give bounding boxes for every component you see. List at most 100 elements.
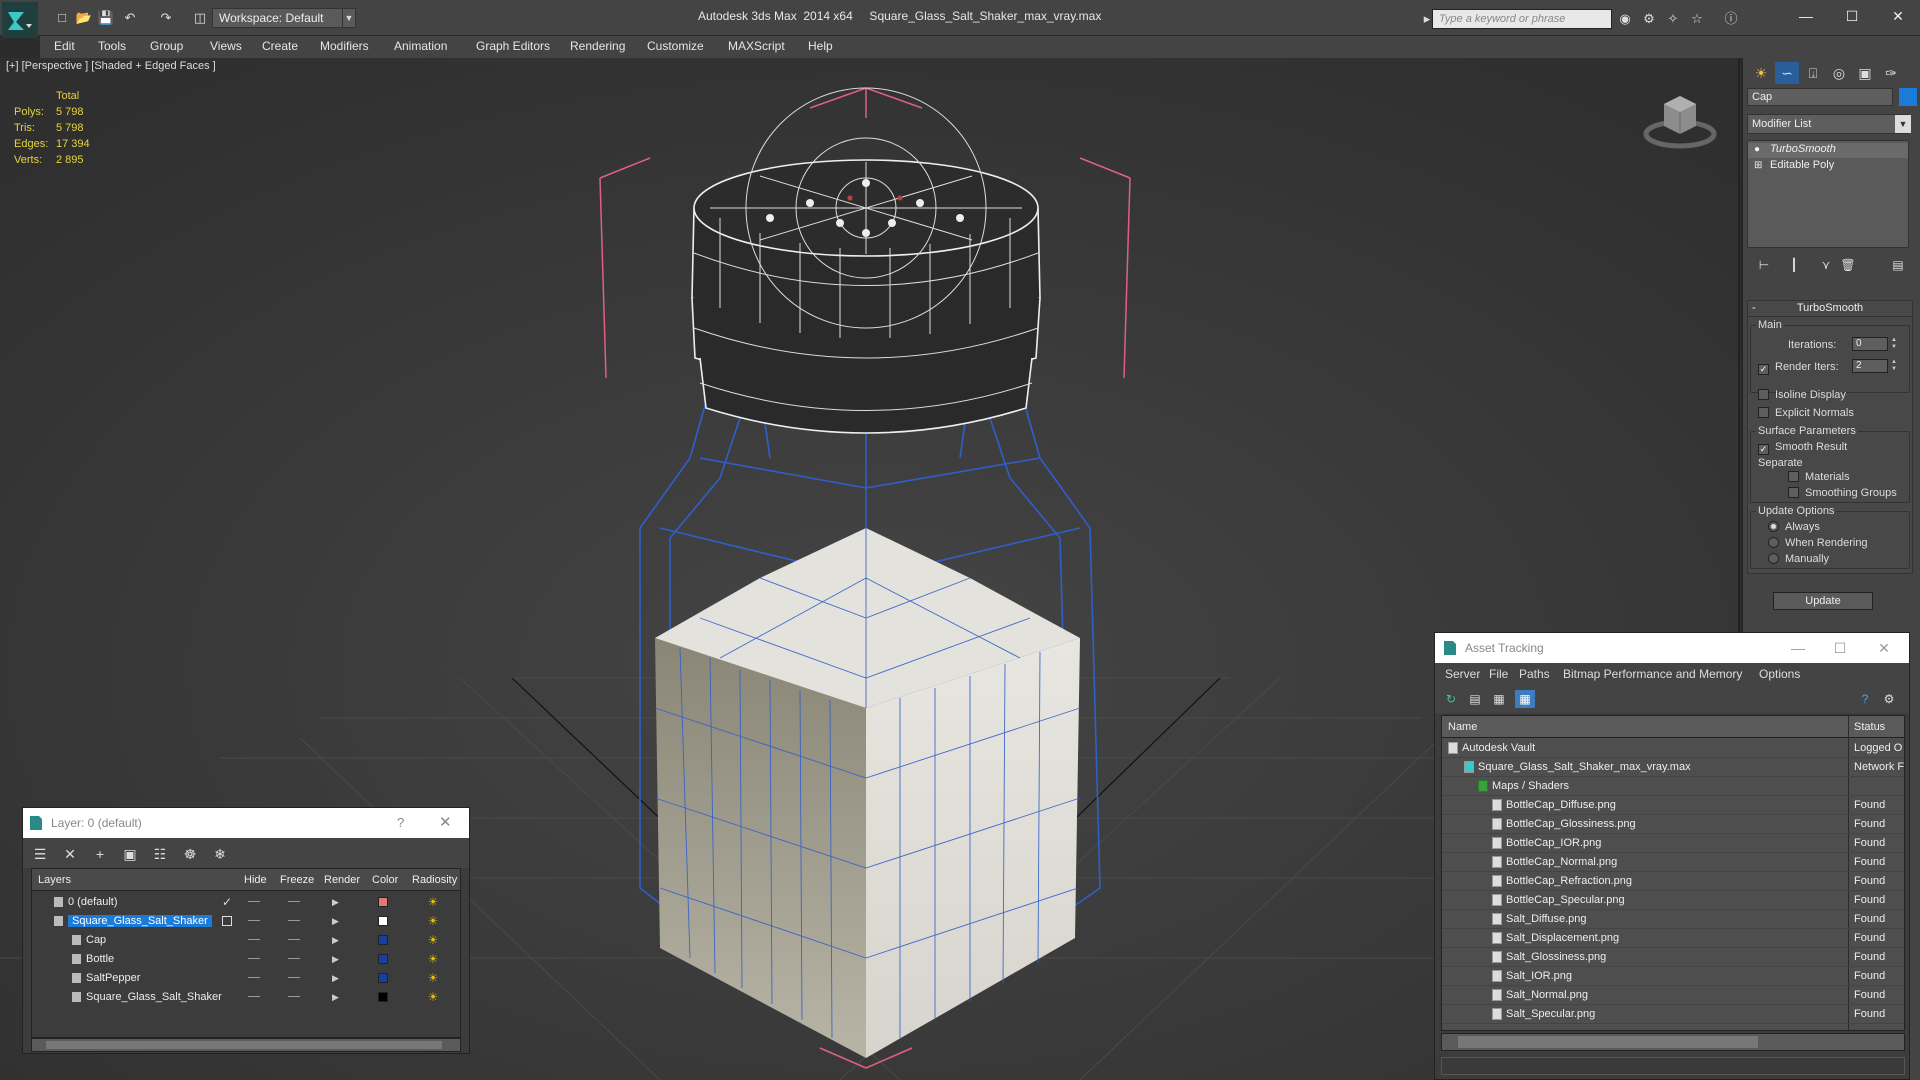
asset-row[interactable]: Maps / Shaders	[1442, 777, 1904, 796]
chevron-down-icon[interactable]: ▼	[342, 8, 356, 28]
menu-server[interactable]: Server	[1445, 667, 1480, 681]
hide-toggle[interactable]	[248, 901, 260, 902]
layer-row[interactable]: Bottle ▶ ☀	[32, 950, 460, 969]
menu-options[interactable]: Options	[1759, 667, 1800, 681]
layer-color-swatch[interactable]	[378, 992, 388, 1002]
refresh-icon[interactable]: ↻	[1441, 690, 1461, 708]
display-tab-icon[interactable]: ▣	[1853, 62, 1877, 84]
menu-graph-editors[interactable]: Graph Editors	[476, 39, 550, 53]
radiosity-sun-icon[interactable]: ☀	[426, 990, 440, 1004]
select-objects-icon[interactable]: ▣	[119, 844, 141, 864]
new-layer-icon[interactable]: ☰	[29, 844, 51, 864]
configure-sets-icon[interactable]: ▤	[1887, 254, 1909, 276]
close-icon[interactable]: ✕	[1869, 638, 1899, 658]
layer-row[interactable]: 0 (default) ✓ ▶ ☀	[32, 893, 460, 912]
pin-stack-icon[interactable]: ⊢	[1753, 254, 1775, 276]
undo-icon[interactable]: ↶	[120, 9, 140, 27]
chevron-down-icon[interactable]: ▼	[1895, 115, 1911, 133]
update-button[interactable]: Update	[1773, 592, 1873, 610]
column-layers[interactable]: Layers	[38, 874, 71, 886]
workspace-select[interactable]: Workspace: Default	[212, 8, 352, 28]
highlight-layer-icon[interactable]: ☷	[149, 844, 171, 864]
freeze-toggle[interactable]	[288, 996, 300, 997]
materials-checkbox[interactable]	[1788, 471, 1799, 482]
menu-paths[interactable]: Paths	[1519, 667, 1550, 681]
freeze-toggle[interactable]	[288, 920, 300, 921]
horizontal-scrollbar[interactable]	[1441, 1033, 1905, 1051]
hide-toggle[interactable]	[248, 977, 260, 978]
show-end-result-icon[interactable]: ┃	[1783, 254, 1805, 276]
remove-modifier-icon[interactable]: 🗑	[1837, 254, 1859, 276]
asset-row[interactable]: Autodesk Vault Logged O	[1442, 739, 1904, 758]
isoline-checkbox[interactable]	[1758, 389, 1769, 400]
render-iters-row[interactable]: ✓ Render Iters:	[1758, 361, 1839, 375]
menu-bitmap-performance[interactable]: Bitmap Performance and Memory	[1563, 667, 1742, 681]
expand-plus-icon[interactable]: ⊞	[1754, 160, 1764, 172]
explicit-normals-row[interactable]: Explicit Normals	[1758, 407, 1854, 419]
set-current-icon[interactable]	[222, 916, 232, 926]
hide-toggle[interactable]	[248, 939, 260, 940]
spinner-arrows-icon[interactable]: ▲ ▼	[1890, 337, 1898, 351]
menu-help[interactable]: Help	[808, 39, 833, 53]
help-alt-icon[interactable]: ⚙	[1879, 690, 1899, 708]
dialog-title-bar[interactable]: Layer: 0 (default) ? ✕	[23, 808, 469, 838]
minimize-icon[interactable]: —	[1786, 4, 1826, 28]
asset-row[interactable]: BottleCap_Normal.png Found	[1442, 853, 1904, 872]
menu-customize[interactable]: Customize	[647, 39, 704, 53]
app-logo-icon[interactable]	[2, 2, 38, 38]
asset-row[interactable]: Square_Glass_Salt_Shaker_max_vray.max Net…	[1442, 758, 1904, 777]
motion-tab-icon[interactable]: ◎	[1827, 62, 1851, 84]
menu-animation[interactable]: Animation	[394, 39, 447, 53]
search-input[interactable]: Type a keyword or phrase	[1432, 9, 1612, 29]
hide-toggle[interactable]	[248, 920, 260, 921]
render-teapot-icon[interactable]: ▶	[332, 897, 342, 907]
binoculars-icon[interactable]: ◉	[1616, 10, 1634, 28]
menu-file[interactable]: File	[1489, 667, 1508, 681]
layer-row[interactable]: SaltPepper ▶ ☀	[32, 969, 460, 988]
isoline-row[interactable]: Isoline Display	[1758, 389, 1846, 401]
materials-row[interactable]: Materials	[1788, 471, 1850, 483]
layer-row[interactable]: Square_Glass_Salt_Shaker ▶ ☀	[32, 912, 460, 931]
layer-row[interactable]: Cap ▶ ☀	[32, 931, 460, 950]
asset-row[interactable]: BottleCap_Specular.png Found	[1442, 891, 1904, 910]
column-render[interactable]: Render	[324, 874, 360, 886]
lightbulb-icon[interactable]: ●	[1754, 144, 1764, 156]
menu-tools[interactable]: Tools	[98, 39, 126, 53]
asset-row[interactable]: Salt_Displacement.png Found	[1442, 929, 1904, 948]
asset-row[interactable]: Salt_Specular.png Found	[1442, 1005, 1904, 1024]
hide-toggle[interactable]	[248, 958, 260, 959]
smooth-result-checkbox[interactable]: ✓	[1758, 444, 1769, 455]
explicit-normals-checkbox[interactable]	[1758, 407, 1769, 418]
spinner-arrows-icon[interactable]: ▲ ▼	[1890, 359, 1898, 373]
modify-tab-icon[interactable]: ∽	[1775, 62, 1799, 84]
freeze-toggle[interactable]	[288, 901, 300, 902]
utilities-tab-icon[interactable]: ✑	[1879, 62, 1903, 84]
viewcube-icon[interactable]	[1640, 84, 1720, 154]
freeze-all-icon[interactable]: ❄	[209, 844, 231, 864]
radiosity-sun-icon[interactable]: ☀	[426, 914, 440, 928]
asset-row[interactable]: BottleCap_Diffuse.png Found	[1442, 796, 1904, 815]
column-hide[interactable]: Hide	[244, 874, 267, 886]
help-icon[interactable]: ?	[1855, 690, 1875, 708]
layer-color-swatch[interactable]	[378, 897, 388, 907]
when-rendering-row[interactable]: When Rendering	[1768, 537, 1868, 549]
asset-row[interactable]: BottleCap_Refraction.png Found	[1442, 872, 1904, 891]
render-teapot-icon[interactable]: ▶	[332, 973, 342, 983]
layer-color-swatch[interactable]	[378, 973, 388, 983]
asset-row[interactable]: BottleCap_IOR.png Found	[1442, 834, 1904, 853]
scroll-thumb[interactable]	[46, 1041, 442, 1049]
layer-color-swatch[interactable]	[378, 916, 388, 926]
render-teapot-icon[interactable]: ▶	[332, 954, 342, 964]
asset-row[interactable]: BottleCap_Glossiness.png Found	[1442, 815, 1904, 834]
column-color[interactable]: Color	[372, 874, 398, 886]
column-radiosity[interactable]: Radiosity	[412, 874, 457, 886]
make-unique-icon[interactable]: ⋎	[1815, 254, 1837, 276]
collapse-icon[interactable]: -	[1752, 301, 1756, 316]
dialog-title-bar[interactable]: Asset Tracking — ☐ ✕	[1435, 633, 1909, 663]
stack-item-turbosmooth[interactable]: ● TurboSmooth	[1748, 143, 1908, 158]
hide-toggle[interactable]	[248, 996, 260, 997]
always-row[interactable]: Always	[1768, 521, 1820, 533]
menu-group[interactable]: Group	[150, 39, 183, 53]
radiosity-sun-icon[interactable]: ☀	[426, 971, 440, 985]
help-icon[interactable]: ⓘ	[1722, 10, 1740, 28]
